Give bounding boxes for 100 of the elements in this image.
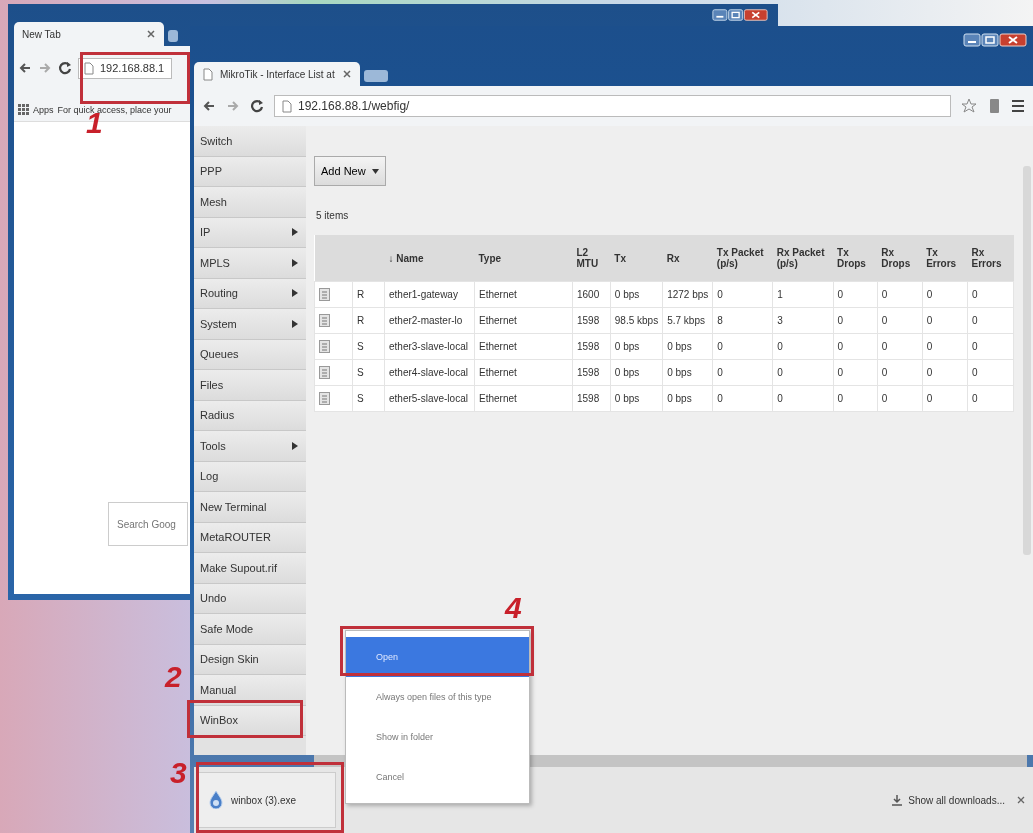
- table-cell: 5.7 kbps: [662, 307, 713, 334]
- table-cell: 0: [877, 359, 923, 386]
- step-number: 4: [505, 593, 522, 623]
- table-cell: Ethernet: [474, 359, 573, 386]
- table-cell: 0: [712, 359, 773, 386]
- apps-grid-icon[interactable]: [18, 104, 29, 115]
- sidebar-item[interactable]: Routing: [194, 278, 306, 309]
- reload-icon[interactable]: [58, 61, 72, 75]
- star-icon[interactable]: [961, 98, 977, 114]
- address-text: 192.168.88.1: [100, 62, 165, 74]
- table-cell: 0: [922, 281, 968, 308]
- step-number: 3: [170, 758, 187, 788]
- table-cell: ether4-slave-local: [384, 359, 475, 386]
- download-item[interactable]: winbox (3).exe: [198, 772, 336, 828]
- table-cell: 0: [833, 333, 878, 360]
- step-number: 2: [165, 662, 182, 692]
- sidebar-item[interactable]: New Terminal: [194, 492, 306, 523]
- table-cell: 0: [833, 385, 878, 412]
- flag-cell: R: [352, 307, 385, 334]
- search-field[interactable]: Search Goog: [108, 502, 188, 546]
- table-cell: 3: [772, 307, 834, 334]
- table-cell: 0 bps: [610, 385, 663, 412]
- sidebar-item[interactable]: Tools: [194, 431, 306, 462]
- sidebar-item[interactable]: Radius: [194, 400, 306, 431]
- sidebar-item[interactable]: Make Supout.rif: [194, 553, 306, 584]
- table-cell: 0: [877, 281, 923, 308]
- menu-item[interactable]: Open: [346, 637, 529, 677]
- menu-item[interactable]: Cancel: [346, 757, 529, 797]
- close-icon[interactable]: [342, 69, 352, 79]
- sidebar-item[interactable]: MetaROUTER: [194, 522, 306, 553]
- table-cell: 98.5 kbps: [610, 307, 663, 334]
- browser-tab[interactable]: New Tab: [14, 22, 164, 46]
- table-cell: 0: [877, 307, 923, 334]
- sidebar-item[interactable]: Switch: [194, 126, 306, 157]
- sidebar-item[interactable]: Queues: [194, 339, 306, 370]
- row-edit-icon[interactable]: [319, 314, 330, 327]
- close-icon[interactable]: [146, 29, 156, 39]
- table-cell: 0: [922, 359, 968, 386]
- sidebar-item[interactable]: System: [194, 309, 306, 340]
- table-cell: 0: [967, 333, 1014, 360]
- column-header[interactable]: L2 MTU: [572, 235, 611, 282]
- menu-item[interactable]: Show in folder: [346, 717, 529, 757]
- column-header[interactable]: Tx Packet (p/s): [712, 235, 773, 282]
- close-icon[interactable]: [1017, 796, 1025, 804]
- menu-icon[interactable]: [1011, 98, 1025, 114]
- table-cell: 0: [712, 281, 773, 308]
- sidebar-item[interactable]: Manual: [194, 675, 306, 706]
- row-edit-icon[interactable]: [319, 288, 330, 301]
- page-icon: [281, 99, 293, 113]
- table-cell: 1272 bps: [662, 281, 713, 308]
- sidebar-item[interactable]: IP: [194, 217, 306, 248]
- table-cell: 0 bps: [662, 359, 713, 386]
- sidebar-item[interactable]: Files: [194, 370, 306, 401]
- column-header[interactable]: Tx Drops: [833, 235, 878, 282]
- show-all-downloads-link[interactable]: Show all downloads...: [892, 794, 1005, 806]
- reload-icon[interactable]: [250, 99, 264, 113]
- column-header[interactable]: ↓ Name: [384, 235, 475, 282]
- table-cell: ether3-slave-local: [384, 333, 475, 360]
- forward-icon[interactable]: [38, 61, 52, 75]
- download-icon: [892, 794, 903, 806]
- menu-item[interactable]: Always open files of this type: [346, 677, 529, 717]
- page-icon: [202, 67, 214, 81]
- file-icon: [209, 791, 223, 809]
- table-cell: 0: [877, 385, 923, 412]
- table-cell: 0: [877, 333, 923, 360]
- column-header[interactable]: Rx Drops: [877, 235, 923, 282]
- column-header[interactable]: Rx Packet (p/s): [772, 235, 834, 282]
- sidebar-item[interactable]: MPLS: [194, 248, 306, 279]
- sidebar-item[interactable]: Design Skin: [194, 644, 306, 675]
- sidebar-item[interactable]: Safe Mode: [194, 614, 306, 645]
- column-header[interactable]: Type: [474, 235, 573, 282]
- browser-tab[interactable]: MikroTik - Interface List at: [194, 62, 360, 86]
- row-edit-icon[interactable]: [319, 366, 330, 379]
- column-header[interactable]: Tx Errors: [922, 235, 968, 282]
- sidebar-item[interactable]: Log: [194, 461, 306, 492]
- table-cell: 0: [712, 333, 773, 360]
- table-cell: 8: [712, 307, 773, 334]
- new-tab-button[interactable]: [168, 30, 178, 42]
- table-cell: ether1-gateway: [384, 281, 475, 308]
- table-cell: 0: [922, 333, 968, 360]
- back-icon[interactable]: [202, 99, 216, 113]
- sidebar-item[interactable]: Mesh: [194, 187, 306, 218]
- column-header[interactable]: Rx Errors: [967, 235, 1014, 282]
- apps-link[interactable]: Apps: [33, 104, 54, 115]
- item-count: 5 items: [315, 210, 350, 223]
- forward-icon[interactable]: [226, 99, 240, 113]
- page-icon: [83, 61, 95, 75]
- row-edit-icon[interactable]: [319, 392, 330, 405]
- window-controls-icon[interactable]: [963, 32, 1027, 48]
- column-header[interactable]: Rx: [662, 235, 713, 282]
- address-text: 192.168.88.1/webfig/: [298, 99, 410, 113]
- row-edit-icon[interactable]: [319, 340, 330, 353]
- add-new-button[interactable]: Add New: [314, 156, 386, 186]
- back-icon[interactable]: [18, 61, 32, 75]
- address-bar[interactable]: 192.168.88.1: [78, 57, 172, 79]
- table-cell: Ethernet: [474, 281, 573, 308]
- column-header[interactable]: Tx: [610, 235, 663, 282]
- sidebar-item[interactable]: PPP: [194, 156, 306, 187]
- address-bar[interactable]: 192.168.88.1/webfig/: [274, 95, 951, 117]
- sidebar-item[interactable]: Undo: [194, 583, 306, 614]
